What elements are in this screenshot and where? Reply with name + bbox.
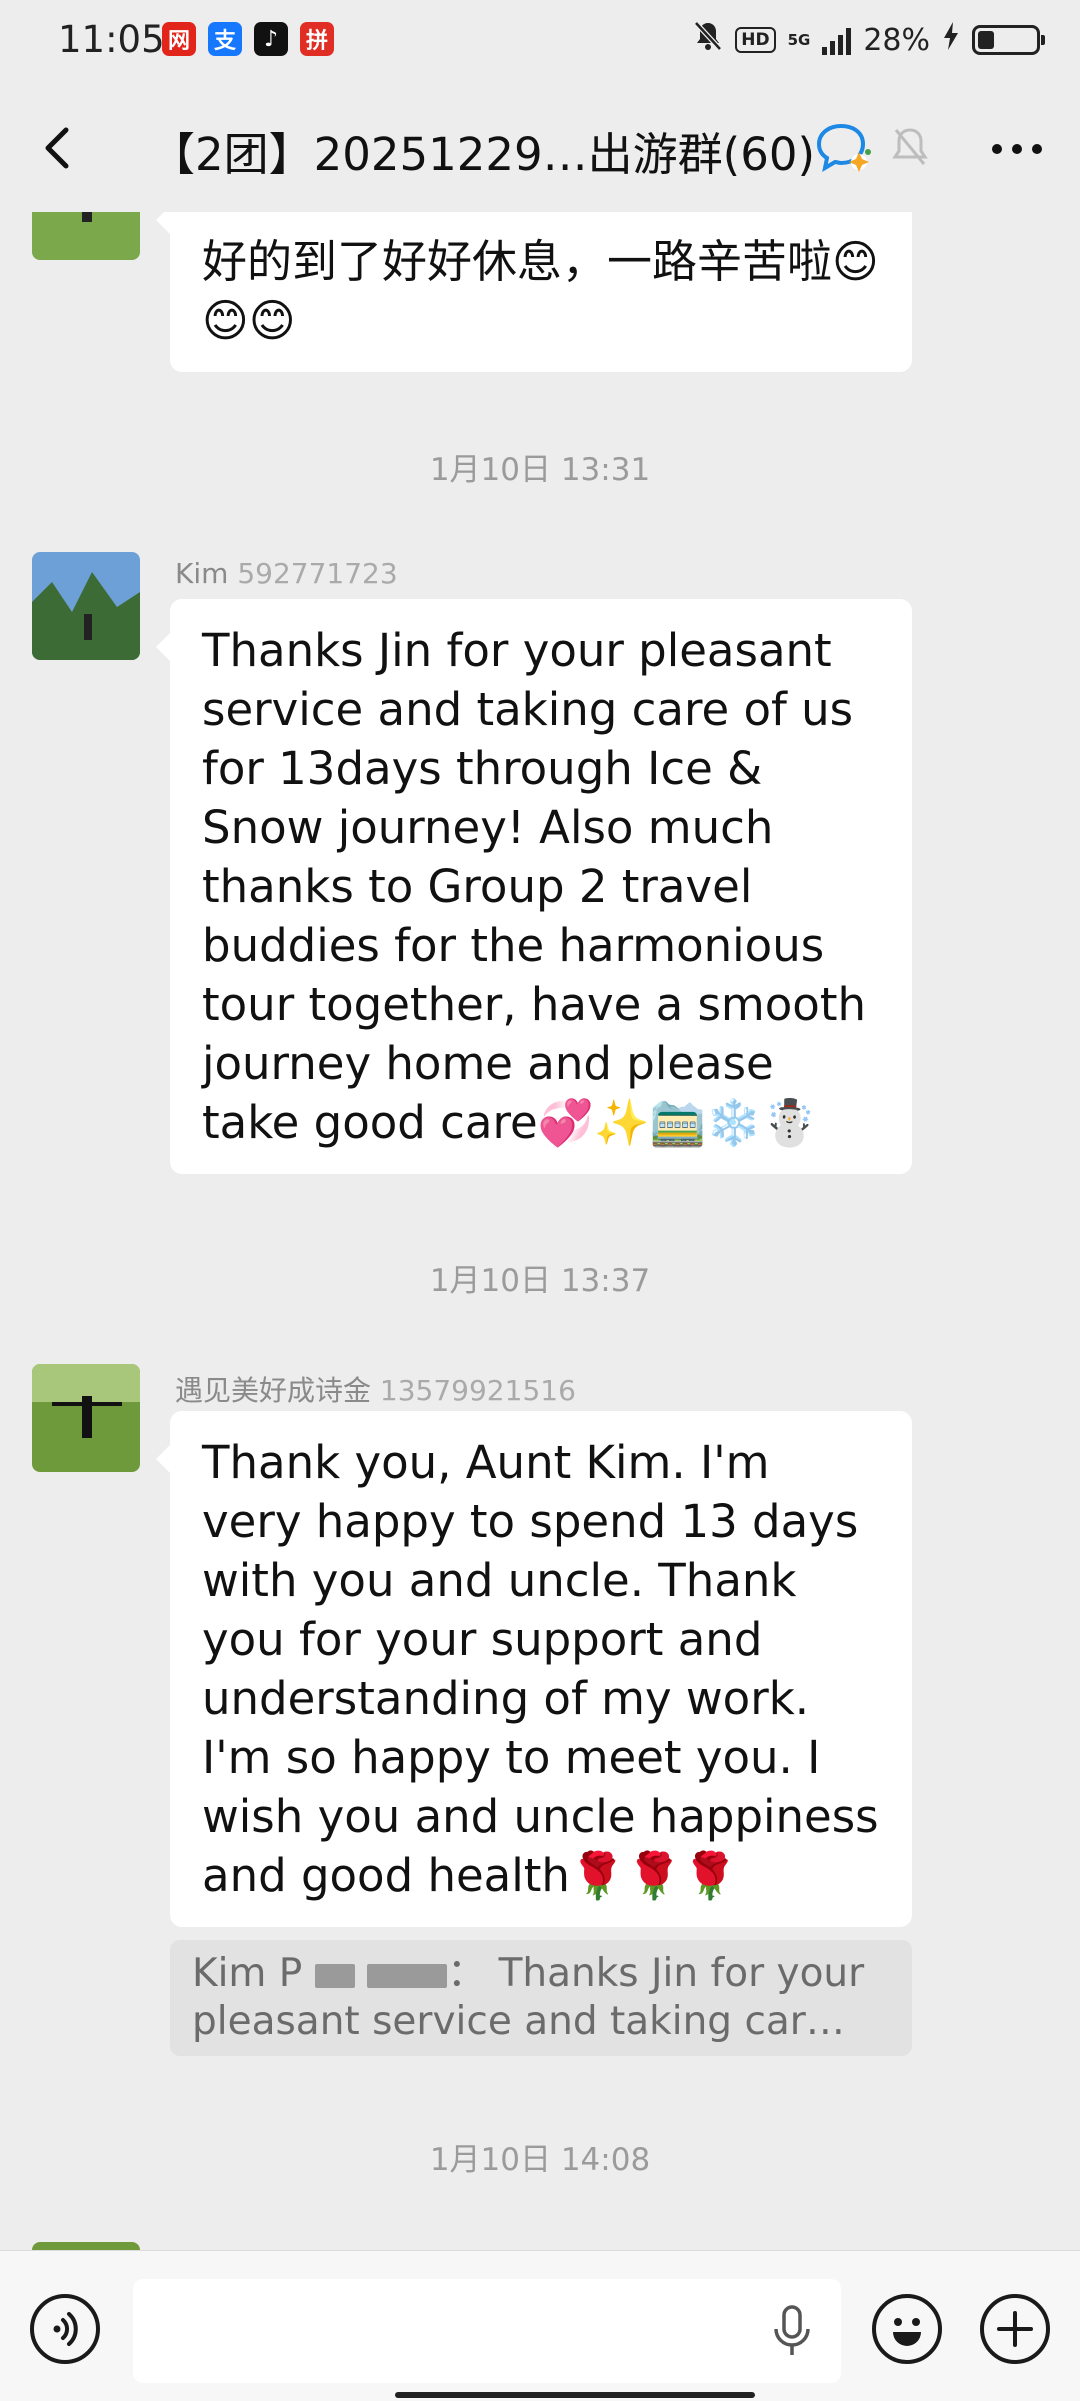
signal-icon xyxy=(822,25,852,55)
hd-badge: HD xyxy=(735,27,776,53)
message-bubble[interactable]: Thanks Jin for your pleasant service and… xyxy=(156,599,912,1174)
ai-bubble-icon xyxy=(816,123,871,173)
status-app-icons: 网 支 ♪ 拼 xyxy=(162,22,334,56)
status-bar: 11:05 网 支 ♪ 拼 HD 5G 28% xyxy=(0,0,1080,84)
status-indicators: HD 5G 28% xyxy=(693,20,1045,60)
alipay-icon: 支 xyxy=(208,22,242,56)
timestamp: 1月10日 13:37 xyxy=(429,1263,651,1299)
group-ai-button[interactable] xyxy=(815,122,875,180)
message-list[interactable]: 好的到了好好休息，一路辛苦啦😊😊😊 1月10日 13:31 Kim 592771… xyxy=(0,212,1080,2250)
pinduoduo-icon: 拼 xyxy=(300,22,334,56)
voice-wave-icon xyxy=(53,2312,78,2346)
smiley-icon xyxy=(893,2318,921,2346)
more-options-button[interactable] xyxy=(984,124,1050,174)
quoted-message[interactable]: Kim P ： Thanks Jin for your pleasant ser… xyxy=(170,1940,912,2056)
sender-id-text: 592771723 xyxy=(237,557,398,590)
mute-icon xyxy=(693,20,723,60)
message-text: Thank you, Aunt Kim. I'm very happy to s… xyxy=(202,1436,879,1902)
sender-name: Kim 592771723 xyxy=(175,557,398,590)
home-indicator[interactable] xyxy=(395,2392,755,2398)
sender-name-text: 遇见美好成诗金 xyxy=(175,1374,372,1407)
more-dots-icon xyxy=(992,144,1042,154)
status-time: 11:05 xyxy=(58,18,165,61)
emoji-button[interactable] xyxy=(872,2294,942,2364)
mute-notifications-indicator xyxy=(890,124,930,174)
avatar-photo-icon xyxy=(32,1364,140,1472)
battery-percent: 28% xyxy=(863,22,930,58)
message-text: 好的到了好好休息，一路辛苦啦😊😊😊 xyxy=(202,235,879,347)
message-text: Thanks Jin for your pleasant service and… xyxy=(202,624,866,1149)
avatar[interactable] xyxy=(32,1364,140,1472)
tiktok-icon: ♪ xyxy=(254,22,288,56)
timestamp: 1月10日 14:08 xyxy=(429,2142,651,2178)
bell-muted-icon xyxy=(892,128,928,165)
redaction xyxy=(314,1963,355,1988)
plus-icon xyxy=(997,2311,1033,2347)
message-bubble[interactable]: 好的到了好好休息，一路辛苦啦😊😊😊 xyxy=(156,212,912,372)
avatar-photo-icon xyxy=(32,2242,140,2250)
sender-name: 遇见美好成诗金 13579921516 xyxy=(175,1369,576,1409)
back-arrow-icon xyxy=(45,127,69,169)
message-bubble[interactable]: Thank you, Aunt Kim. I'm very happy to s… xyxy=(156,1411,912,1927)
battery-level xyxy=(978,31,994,49)
sender-id-text: 13579921516 xyxy=(379,1374,576,1407)
chat-title: 【2团】20251229…出游群(60) xyxy=(150,128,816,181)
microphone-icon xyxy=(774,2305,810,2355)
message-input[interactable] xyxy=(133,2279,841,2383)
avatar[interactable] xyxy=(32,212,140,260)
charging-icon xyxy=(942,21,960,59)
avatar-photo-icon xyxy=(32,212,140,260)
voice-mode-button[interactable] xyxy=(30,2294,100,2364)
redaction xyxy=(367,1963,448,1988)
battery-icon xyxy=(972,25,1045,55)
timestamp: 1月10日 13:31 xyxy=(429,452,651,488)
avatar[interactable] xyxy=(32,2242,140,2250)
voice-input-button[interactable] xyxy=(770,2303,814,2363)
network-type: 5G xyxy=(787,30,811,49)
chat-header: 【2团】20251229…出游群(60) xyxy=(0,84,1080,212)
quote-separator: ： xyxy=(447,1951,487,1996)
quote-sender: Kim P xyxy=(192,1951,303,1996)
sender-name-text: Kim xyxy=(175,557,229,590)
avatar-photo-icon xyxy=(32,552,140,660)
avatar[interactable] xyxy=(32,552,140,660)
netease-music-icon: 网 xyxy=(162,22,196,56)
input-bar xyxy=(0,2250,1080,2401)
back-button[interactable] xyxy=(30,118,90,178)
more-functions-button[interactable] xyxy=(980,2294,1050,2364)
